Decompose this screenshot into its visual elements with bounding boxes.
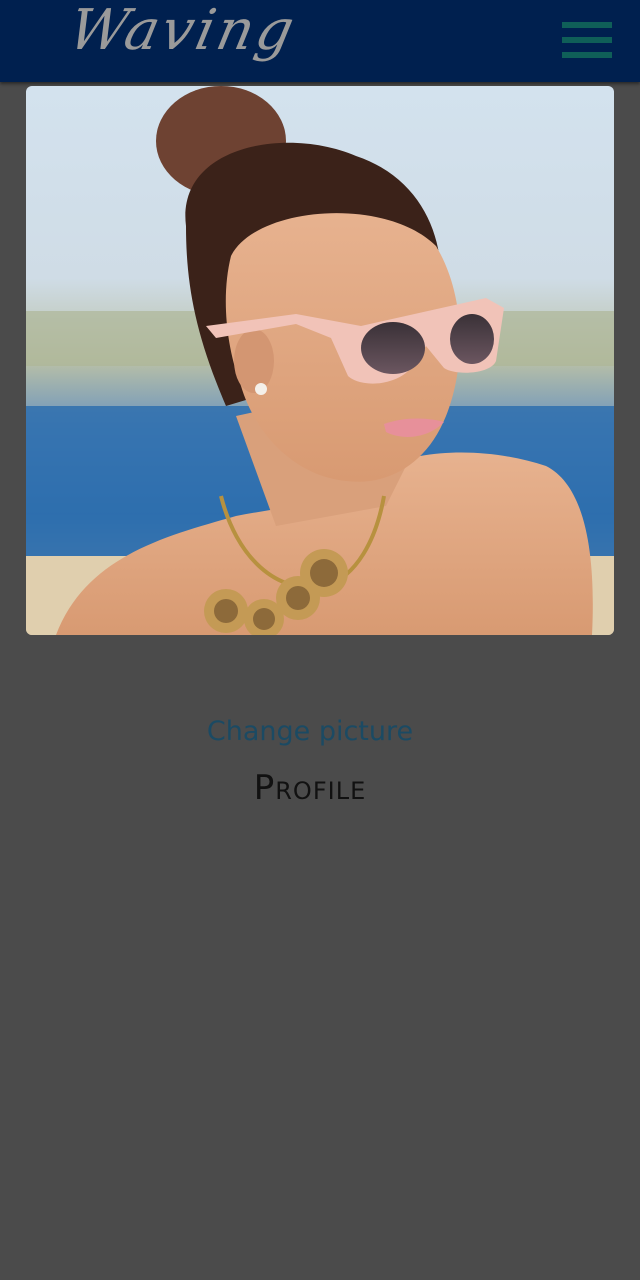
app-header: Waving [0, 0, 640, 82]
app-logo[interactable]: Waving [63, 0, 302, 63]
profile-photo[interactable] [26, 86, 614, 635]
hamburger-menu-icon[interactable] [562, 22, 612, 60]
menu-bar [562, 37, 612, 43]
menu-bar [562, 22, 612, 28]
page-title: Profile [253, 768, 367, 808]
menu-bar [562, 52, 612, 58]
change-picture-link[interactable]: Change picture [0, 716, 620, 747]
profile-photo-illustration [26, 86, 614, 635]
